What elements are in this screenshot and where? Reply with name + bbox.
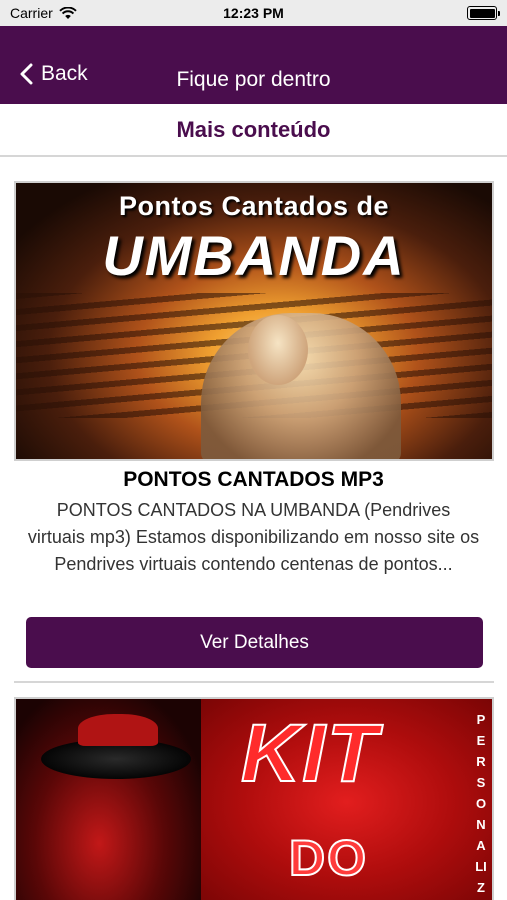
page-title: Fique por dentro [176, 68, 331, 91]
view-details-button[interactable]: Ver Detalhes [26, 617, 483, 668]
status-bar: Carrier 12:23 PM [0, 0, 507, 26]
battery-icon [467, 6, 500, 20]
hat-band-illustration [78, 714, 158, 746]
statue-head-illustration [248, 315, 308, 385]
banner-text-line2: UMBANDA [102, 224, 406, 287]
carrier-label: Carrier [10, 5, 53, 21]
kit-title-panel: KIT DO PERSONALIZ [201, 699, 492, 900]
status-left: Carrier [10, 5, 77, 21]
kit-vertical-text: PERSONALIZ [475, 712, 487, 895]
card-divider [14, 681, 494, 683]
section-title: Mais conteúdo [0, 104, 507, 157]
banner-text-line1: Pontos Cantados de [118, 191, 390, 221]
umbanda-banner-background: Pontos Cantados de UMBANDA [16, 183, 492, 459]
kit-banner-image[interactable]: KIT DO PERSONALIZ [14, 697, 494, 900]
navigation-bar: Back Fique por dentro [0, 26, 507, 104]
umbanda-banner-image[interactable]: Pontos Cantados de UMBANDA [14, 181, 494, 461]
wifi-icon [59, 6, 77, 19]
card-description: PONTOS CANTADOS NA UMBANDA (Pendrives vi… [27, 500, 480, 574]
kit-banner-background: KIT DO PERSONALIZ [16, 699, 492, 900]
woman-hat-illustration [16, 699, 201, 900]
kit-banner-subtext: DO [288, 829, 368, 887]
kit-banner-text: KIT [240, 707, 380, 800]
card-title: PONTOS CANTADOS MP3 [123, 468, 384, 491]
